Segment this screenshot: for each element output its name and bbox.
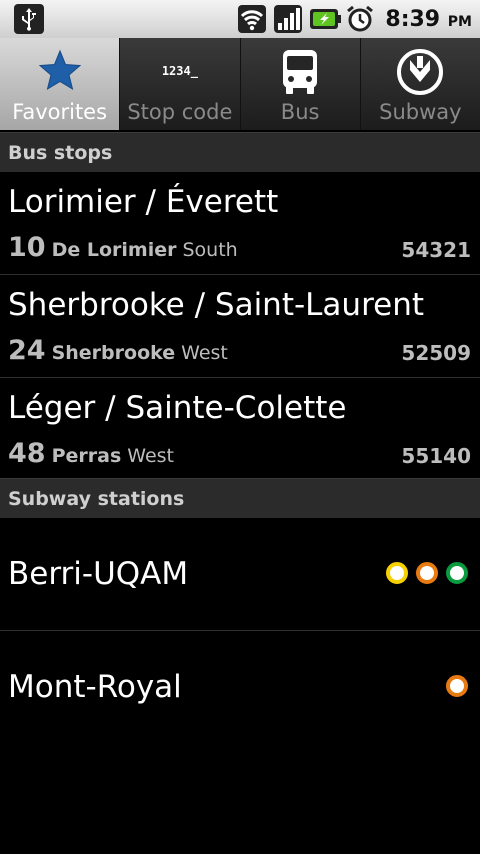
- station-name: Mont-Royal: [8, 669, 182, 705]
- route-number: 48: [8, 438, 46, 469]
- route-direction: South: [182, 239, 238, 261]
- tab-label: Subway: [379, 100, 462, 124]
- tab-label: Favorites: [12, 100, 108, 124]
- orange-line-icon: [412, 558, 442, 588]
- star-icon: [38, 48, 82, 96]
- tab-label: Stop code: [127, 100, 233, 124]
- battery-charging-icon: [309, 4, 342, 34]
- section-header-subway-stations: Subway stations: [0, 478, 480, 518]
- route-number: 10: [8, 232, 46, 263]
- subway-station-row[interactable]: Mont-Royal: [0, 631, 480, 744]
- tab-favorites[interactable]: Favorites: [0, 38, 121, 130]
- tab-stop-code[interactable]: 1234_ Stop code: [120, 38, 241, 130]
- route-street: Perras: [51, 445, 122, 467]
- stop-name: Sherbrooke / Saint-Laurent: [8, 287, 425, 323]
- stop-name: Lorimier / Éverett: [8, 184, 279, 220]
- clock-time: 8:39 PM: [385, 6, 472, 32]
- alarm-clock-icon: [345, 4, 375, 34]
- stop-route-info: 48 Perras West: [8, 438, 174, 469]
- bus-stop-row[interactable]: Sherbrooke / Saint-Laurent 24 Sherbrooke…: [0, 275, 480, 378]
- stop-code: 54321: [401, 238, 471, 262]
- route-number: 24: [8, 335, 46, 366]
- tab-bus[interactable]: Bus: [240, 38, 361, 130]
- station-name: Berri-UQAM: [8, 556, 189, 592]
- stop-route-info: 24 Sherbrooke West: [8, 335, 228, 366]
- green-line-icon: [442, 558, 472, 588]
- subway-station-row[interactable]: Berri-UQAM: [0, 518, 480, 631]
- signal-icon: [273, 4, 303, 34]
- orange-line-icon: [442, 671, 472, 701]
- tab-subway[interactable]: Subway: [360, 38, 480, 130]
- stop-route-info: 10 De Lorimier South: [8, 232, 238, 263]
- station-lines: [442, 671, 472, 701]
- section-header-bus-stops: Bus stops: [0, 132, 480, 172]
- bus-stop-row[interactable]: Lorimier / Éverett 10 De Lorimier South …: [0, 172, 480, 275]
- route-street: Sherbrooke: [51, 342, 176, 364]
- tab-bar: Favorites 1234_ Stop code Bus Subway: [0, 38, 480, 130]
- stop-name: Léger / Sainte-Colette: [8, 390, 347, 426]
- bus-stop-row[interactable]: Léger / Sainte-Colette 48 Perras West 55…: [0, 378, 480, 481]
- route-direction: West: [127, 445, 174, 467]
- station-lines: [382, 558, 472, 588]
- stop-code: 55140: [401, 444, 471, 468]
- tab-label: Bus: [280, 100, 320, 124]
- usb-icon: [14, 4, 44, 34]
- status-bar: 8:39 PM: [0, 0, 480, 38]
- stop-code: 52509: [401, 341, 471, 365]
- route-street: De Lorimier: [51, 239, 177, 261]
- bus-icon: [278, 48, 322, 100]
- yellow-line-icon: [382, 558, 412, 588]
- route-direction: West: [181, 342, 228, 364]
- wifi-icon: [237, 4, 267, 34]
- stop-code-icon: 1234_: [161, 64, 198, 78]
- metro-icon: [396, 48, 444, 100]
